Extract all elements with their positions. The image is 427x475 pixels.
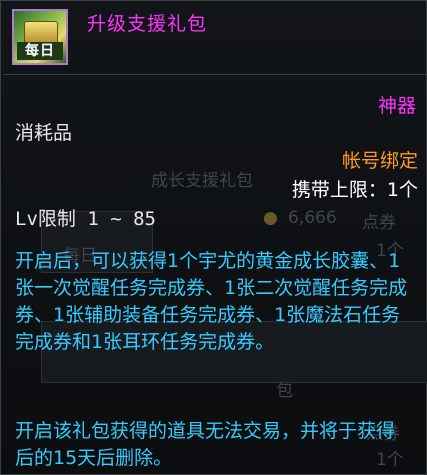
background-item-name: 成长支援礼包 [151,171,253,191]
item-carry-limit: 携带上限：1个 [291,179,418,201]
item-category: 消耗品 [15,122,73,144]
item-description: 开启后，可以获得1个宇尤的黄金成长胶囊、1张一次觉醒任务完成券、1张二次觉醒任务… [15,250,408,353]
background-sub-label: 包 [276,381,293,401]
coin-icon: ● [263,208,278,228]
item-tooltip: 成长支援礼包 ● 6,666 点券 1个 每日 包 点券 1个 每日 升级支援礼… [0,0,427,475]
item-title: 升级支援礼包 [87,13,208,35]
item-level-limit: Lv限制 1 ~ 85 [15,208,156,230]
item-icon-label: 每日 [17,42,63,60]
background-currency: 点券 [362,213,396,233]
item-rarity: 神器 [377,95,416,117]
gift-chest-icon: 每日 [12,9,68,65]
item-note: 开启该礼包获得的道具无法交易，并将于获得后的15天后删除。 [15,420,396,469]
item-bind-type: 帐号绑定 [341,150,418,172]
background-price: 6,666 [288,208,337,228]
header-divider [3,74,426,75]
